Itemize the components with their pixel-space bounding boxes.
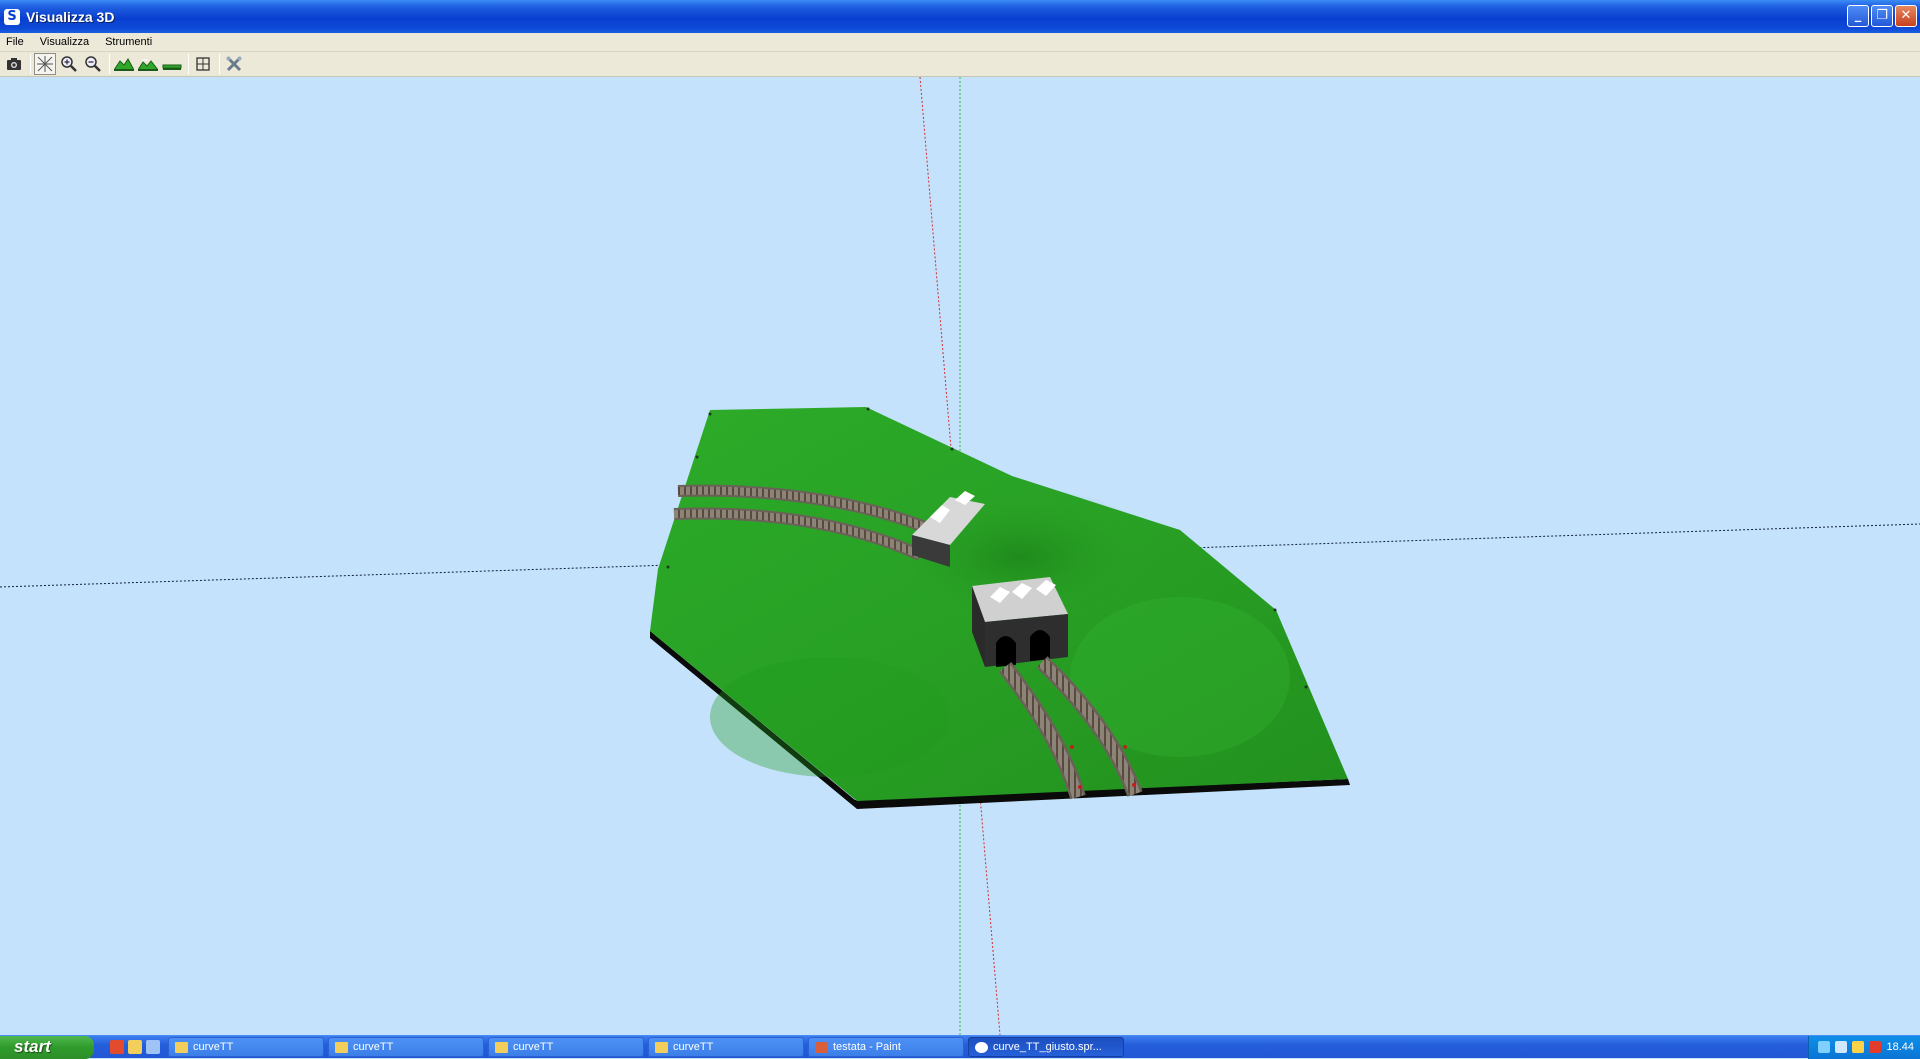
camera-icon [7, 58, 21, 70]
3d-viewport[interactable] [0, 77, 1920, 1035]
task-label: curveTT [193, 1041, 234, 1053]
toolbar [0, 52, 1920, 77]
task-label: curve_TT_giusto.spr... [993, 1041, 1102, 1053]
task-label: curveTT [673, 1041, 714, 1053]
minimize-icon: _ [1854, 8, 1862, 23]
task-button[interactable]: curveTT [168, 1037, 324, 1057]
restore-button[interactable]: ❐ [1871, 5, 1893, 27]
menu-file[interactable]: File [0, 36, 30, 48]
toolbar-separator [219, 54, 220, 74]
fit-view-button[interactable] [192, 53, 214, 75]
restore-icon: ❐ [1876, 8, 1888, 23]
zoom-out-icon [85, 56, 101, 72]
quick-launch [110, 1040, 160, 1054]
toolbar-separator [30, 54, 31, 74]
close-icon: ✕ [1900, 8, 1912, 23]
folder-icon [495, 1041, 508, 1053]
volume-icon[interactable] [1852, 1041, 1865, 1053]
toolbar-separator [188, 54, 189, 74]
task-button[interactable]: testata - Paint [808, 1037, 964, 1057]
folder-icon [175, 1041, 188, 1053]
zoom-in-icon [61, 56, 77, 72]
paint-icon [815, 1041, 828, 1053]
minimize-button[interactable]: _ [1847, 5, 1869, 27]
clock[interactable]: 18.44 [1886, 1041, 1914, 1053]
media-icon[interactable] [146, 1040, 160, 1054]
tunnel-portal-lower [972, 577, 1068, 667]
menu-visualizza[interactable]: Visualizza [34, 36, 95, 48]
tools-icon [226, 56, 242, 72]
show-axes-button[interactable] [34, 53, 56, 75]
network-icon[interactable] [1818, 1041, 1831, 1053]
task-button[interactable]: curveTT [648, 1037, 804, 1057]
taskbar: start curveTT curveTT curveTT curveTT te… [0, 1035, 1920, 1059]
zoom-in-button[interactable] [58, 53, 80, 75]
task-button-active[interactable]: curve_TT_giusto.spr... [968, 1037, 1124, 1057]
axes-icon [37, 56, 53, 72]
folder-icon [335, 1041, 348, 1053]
3d-scene [0, 77, 1920, 1035]
zoom-out-button[interactable] [82, 53, 104, 75]
tools-button[interactable] [223, 53, 245, 75]
bluetooth-icon[interactable] [1835, 1041, 1848, 1053]
security-icon[interactable] [1869, 1041, 1882, 1053]
toolbar-separator [109, 54, 110, 74]
terrain-raise-icon [114, 58, 134, 71]
task-button[interactable]: curveTT [328, 1037, 484, 1057]
terrain-lower-icon [138, 59, 158, 71]
snapshot-button[interactable] [3, 53, 25, 75]
terrain-flat-icon [162, 64, 182, 70]
task-button[interactable]: curveTT [488, 1037, 644, 1057]
system-tray: 18.44 [1808, 1035, 1920, 1059]
task-label: curveTT [513, 1041, 554, 1053]
task-label: testata - Paint [833, 1041, 901, 1053]
menu-strumenti[interactable]: Strumenti [99, 36, 158, 48]
fit-view-icon [196, 57, 210, 71]
start-button[interactable]: start [0, 1035, 94, 1059]
terrain-flat-button[interactable] [161, 53, 183, 75]
browser-icon[interactable] [110, 1040, 124, 1054]
task-label: curveTT [353, 1041, 394, 1053]
app-icon [975, 1041, 988, 1053]
close-button[interactable]: ✕ [1895, 5, 1917, 27]
folder-icon [655, 1041, 668, 1053]
menu-bar: File Visualizza Strumenti [0, 33, 1920, 52]
title-bar[interactable]: S Visualizza 3D _ ❐ ✕ [0, 0, 1920, 33]
window-title: Visualizza 3D [26, 8, 115, 25]
app-logo-icon: S [4, 8, 20, 25]
terrain-raise-button[interactable] [113, 53, 135, 75]
explorer-icon[interactable] [128, 1040, 142, 1054]
terrain-lower-button[interactable] [137, 53, 159, 75]
